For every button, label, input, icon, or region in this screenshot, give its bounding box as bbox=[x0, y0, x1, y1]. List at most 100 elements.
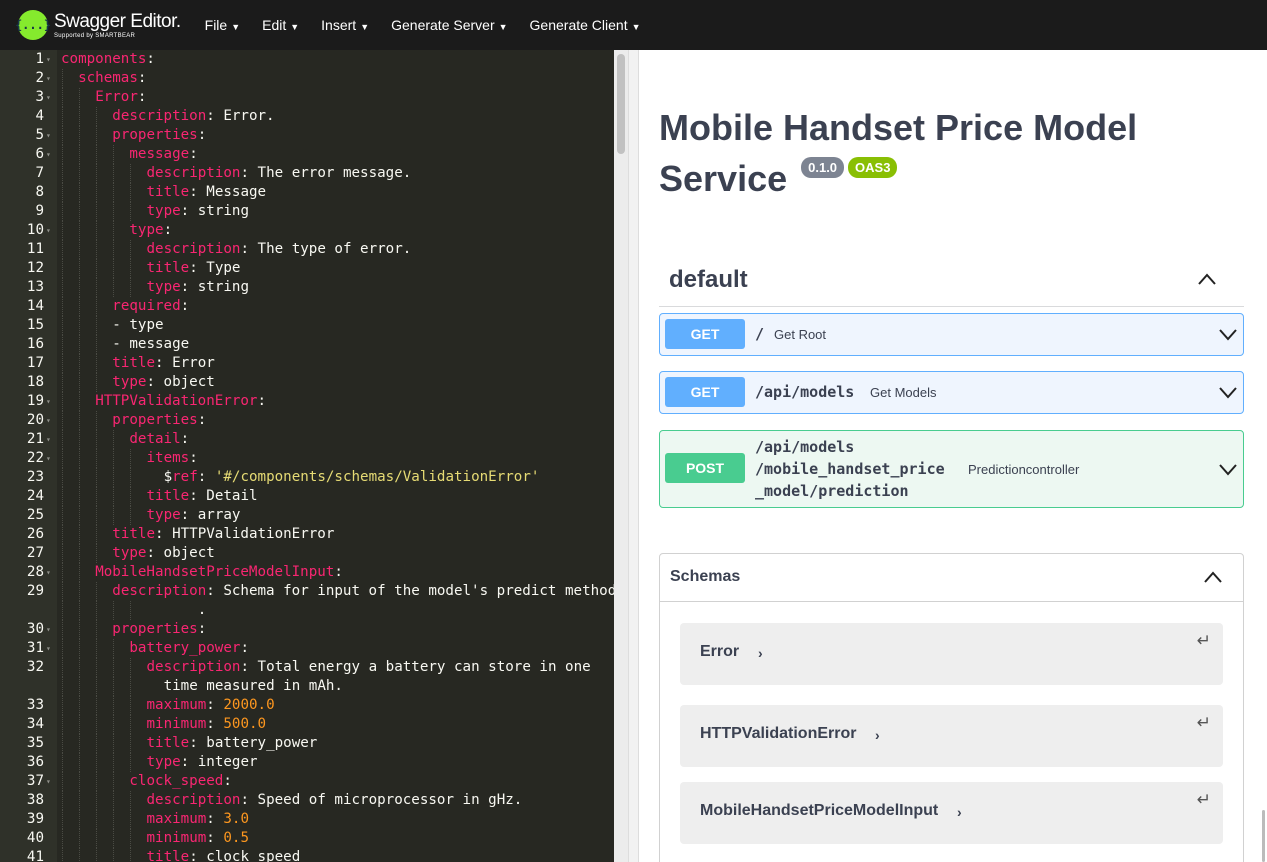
code-line[interactable]: 12 title: Type bbox=[0, 259, 614, 278]
menu-generate-server[interactable]: Generate Server ▼ bbox=[391, 17, 507, 33]
code-line[interactable]: 23 $ref: '#/components/schemas/Validation… bbox=[0, 468, 614, 487]
code-line[interactable]: 37 ▾ clock_speed: bbox=[0, 772, 614, 791]
code-line[interactable]: 35 title: battery_power bbox=[0, 734, 614, 753]
fold-toggle-icon[interactable]: ▾ bbox=[46, 430, 51, 449]
menu-generate-client[interactable]: Generate Client ▼ bbox=[530, 17, 641, 33]
code-line[interactable]: 34 minimum: 500.0 bbox=[0, 715, 614, 734]
code-line[interactable]: 14 required: bbox=[0, 297, 614, 316]
menu-insert[interactable]: Insert ▼ bbox=[321, 17, 369, 33]
code-line[interactable]: 39 maximum: 3.0 bbox=[0, 810, 614, 829]
indent-guide bbox=[79, 772, 81, 791]
chevron-down-icon[interactable] bbox=[1218, 328, 1238, 342]
fold-toggle-icon[interactable]: ▾ bbox=[46, 563, 51, 582]
code-line[interactable]: 15 - type bbox=[0, 316, 614, 335]
code-line[interactable]: 40 minimum: 0.5 bbox=[0, 829, 614, 848]
code-line[interactable]: 20 ▾ properties: bbox=[0, 411, 614, 430]
indent-guide bbox=[79, 753, 81, 772]
code-line[interactable]: 27 type: object bbox=[0, 544, 614, 563]
model-error[interactable]: Error › ↵ bbox=[680, 623, 1223, 685]
editor-scrollbar[interactable] bbox=[614, 50, 628, 862]
operation-post-prediction[interactable]: POST /api/models /mobile_handset_price _… bbox=[659, 430, 1244, 508]
indent-guide bbox=[79, 810, 81, 829]
code-line[interactable]: 13 type: string bbox=[0, 278, 614, 297]
fold-toggle-icon[interactable]: ▾ bbox=[46, 221, 51, 240]
chevron-up-icon[interactable] bbox=[1203, 570, 1223, 584]
code-line[interactable]: 19 ▾ HTTPValidationError: bbox=[0, 392, 614, 411]
schemas-header[interactable]: Schemas bbox=[660, 554, 1243, 602]
code-line[interactable]: 38 description: Speed of microprocessor i… bbox=[0, 791, 614, 810]
code-line[interactable]: 16 - message bbox=[0, 335, 614, 354]
line-number: 39 bbox=[26, 811, 44, 827]
operation-get-root[interactable]: GET / Get Root bbox=[659, 313, 1244, 356]
fold-toggle-icon[interactable]: ▾ bbox=[46, 639, 51, 658]
indent-guide bbox=[62, 335, 63, 354]
tag-default-header[interactable]: default bbox=[659, 256, 1244, 307]
indent-guide bbox=[130, 829, 132, 848]
indent-guide bbox=[96, 468, 98, 487]
code-line[interactable]: 8 title: Message bbox=[0, 183, 614, 202]
indent-guide bbox=[96, 221, 98, 240]
code-line[interactable]: 25 type: array bbox=[0, 506, 614, 525]
code-line[interactable]: 21 ▾ detail: bbox=[0, 430, 614, 449]
code-text: message: bbox=[129, 146, 198, 162]
code-line[interactable]: 22 ▾ items: bbox=[0, 449, 614, 468]
menu-file[interactable]: File ▼ bbox=[205, 17, 240, 33]
fold-toggle-icon[interactable]: ▾ bbox=[46, 145, 51, 164]
code-line[interactable]: 32 description: Total energy a battery ca… bbox=[0, 658, 614, 677]
pane-divider[interactable] bbox=[628, 50, 639, 862]
code-line[interactable]: 26 title: HTTPValidationError bbox=[0, 525, 614, 544]
code-line[interactable]: 3 ▾ Error: bbox=[0, 88, 614, 107]
code-line[interactable]: 9 type: string bbox=[0, 202, 614, 221]
chevron-up-icon[interactable] bbox=[1197, 272, 1217, 286]
code-line[interactable]: 33 maximum: 2000.0 bbox=[0, 696, 614, 715]
code-line[interactable]: 7 description: The error message. bbox=[0, 164, 614, 183]
swagger-logo[interactable]: {...} Swagger Editor. Supported by SMART… bbox=[15, 10, 181, 40]
fold-toggle-icon[interactable]: ▾ bbox=[46, 411, 51, 430]
code-line[interactable]: 36 type: integer bbox=[0, 753, 614, 772]
indent-guide bbox=[96, 639, 98, 658]
code-line[interactable]: 28 ▾ MobileHandsetPriceModelInput: bbox=[0, 563, 614, 582]
editor-scrollbar-thumb[interactable] bbox=[617, 54, 625, 154]
chevron-down-icon[interactable] bbox=[1218, 386, 1238, 400]
indent-guide bbox=[62, 297, 63, 316]
indent-guide bbox=[62, 430, 63, 449]
code-text: Error: bbox=[95, 89, 147, 105]
fold-toggle-icon[interactable]: ▾ bbox=[46, 126, 51, 145]
code-line[interactable]: 41 title: clock_speed bbox=[0, 848, 614, 862]
code-text: description: The type of error. bbox=[146, 241, 412, 257]
fold-toggle-icon[interactable]: ▾ bbox=[46, 392, 51, 411]
code-line[interactable]: 6 ▾ message: bbox=[0, 145, 614, 164]
preview-scrollbar[interactable] bbox=[1262, 810, 1265, 862]
fold-toggle-icon[interactable]: ▾ bbox=[46, 620, 51, 639]
model-name: MobileHandsetPriceModelInput bbox=[700, 802, 939, 819]
code-line[interactable]: 18 type: object bbox=[0, 373, 614, 392]
fold-toggle-icon[interactable]: ▾ bbox=[46, 449, 51, 468]
code-line[interactable]: 10 ▾ type: bbox=[0, 221, 614, 240]
line-number: 7 bbox=[35, 165, 44, 181]
chevron-down-icon[interactable] bbox=[1218, 463, 1238, 477]
fold-toggle-icon[interactable]: ▾ bbox=[46, 69, 51, 88]
fold-toggle-icon[interactable]: ▾ bbox=[46, 50, 51, 69]
code-line[interactable]: . bbox=[0, 601, 614, 620]
fold-toggle-icon[interactable]: ▾ bbox=[46, 88, 51, 107]
model-mobilehandsetpricemodelinput[interactable]: MobileHandsetPriceModelInput › ↵ bbox=[680, 782, 1223, 844]
code-line[interactable]: 24 title: Detail bbox=[0, 487, 614, 506]
code-line[interactable]: 17 title: Error bbox=[0, 354, 614, 373]
code-line[interactable]: 1 ▾ components: bbox=[0, 50, 614, 69]
code-line[interactable]: time measured in mAh. bbox=[0, 677, 614, 696]
operation-get-models[interactable]: GET /api/models Get Models bbox=[659, 371, 1244, 414]
indent-guide bbox=[79, 202, 81, 221]
indent-guide bbox=[96, 297, 98, 316]
code-line[interactable]: 11 description: The type of error. bbox=[0, 240, 614, 259]
code-line[interactable]: 2 ▾ schemas: bbox=[0, 69, 614, 88]
code-line[interactable]: 30 ▾ properties: bbox=[0, 620, 614, 639]
code-line[interactable]: 5 ▾ properties: bbox=[0, 126, 614, 145]
docs-preview: Mobile Handset Price Model Service 0.1.0… bbox=[640, 50, 1267, 862]
fold-toggle-icon[interactable]: ▾ bbox=[46, 772, 51, 791]
model-httpvalidationerror[interactable]: HTTPValidationError › ↵ bbox=[680, 705, 1223, 767]
code-line[interactable]: 31 ▾ battery_power: bbox=[0, 639, 614, 658]
yaml-editor[interactable]: 1 ▾ components: 2 ▾ schemas: 3 ▾ Error: 4 descript… bbox=[0, 50, 614, 862]
code-line[interactable]: 4 description: Error. bbox=[0, 107, 614, 126]
code-line[interactable]: 29 description: Schema for input of the m… bbox=[0, 582, 614, 601]
menu-edit[interactable]: Edit ▼ bbox=[262, 17, 299, 33]
